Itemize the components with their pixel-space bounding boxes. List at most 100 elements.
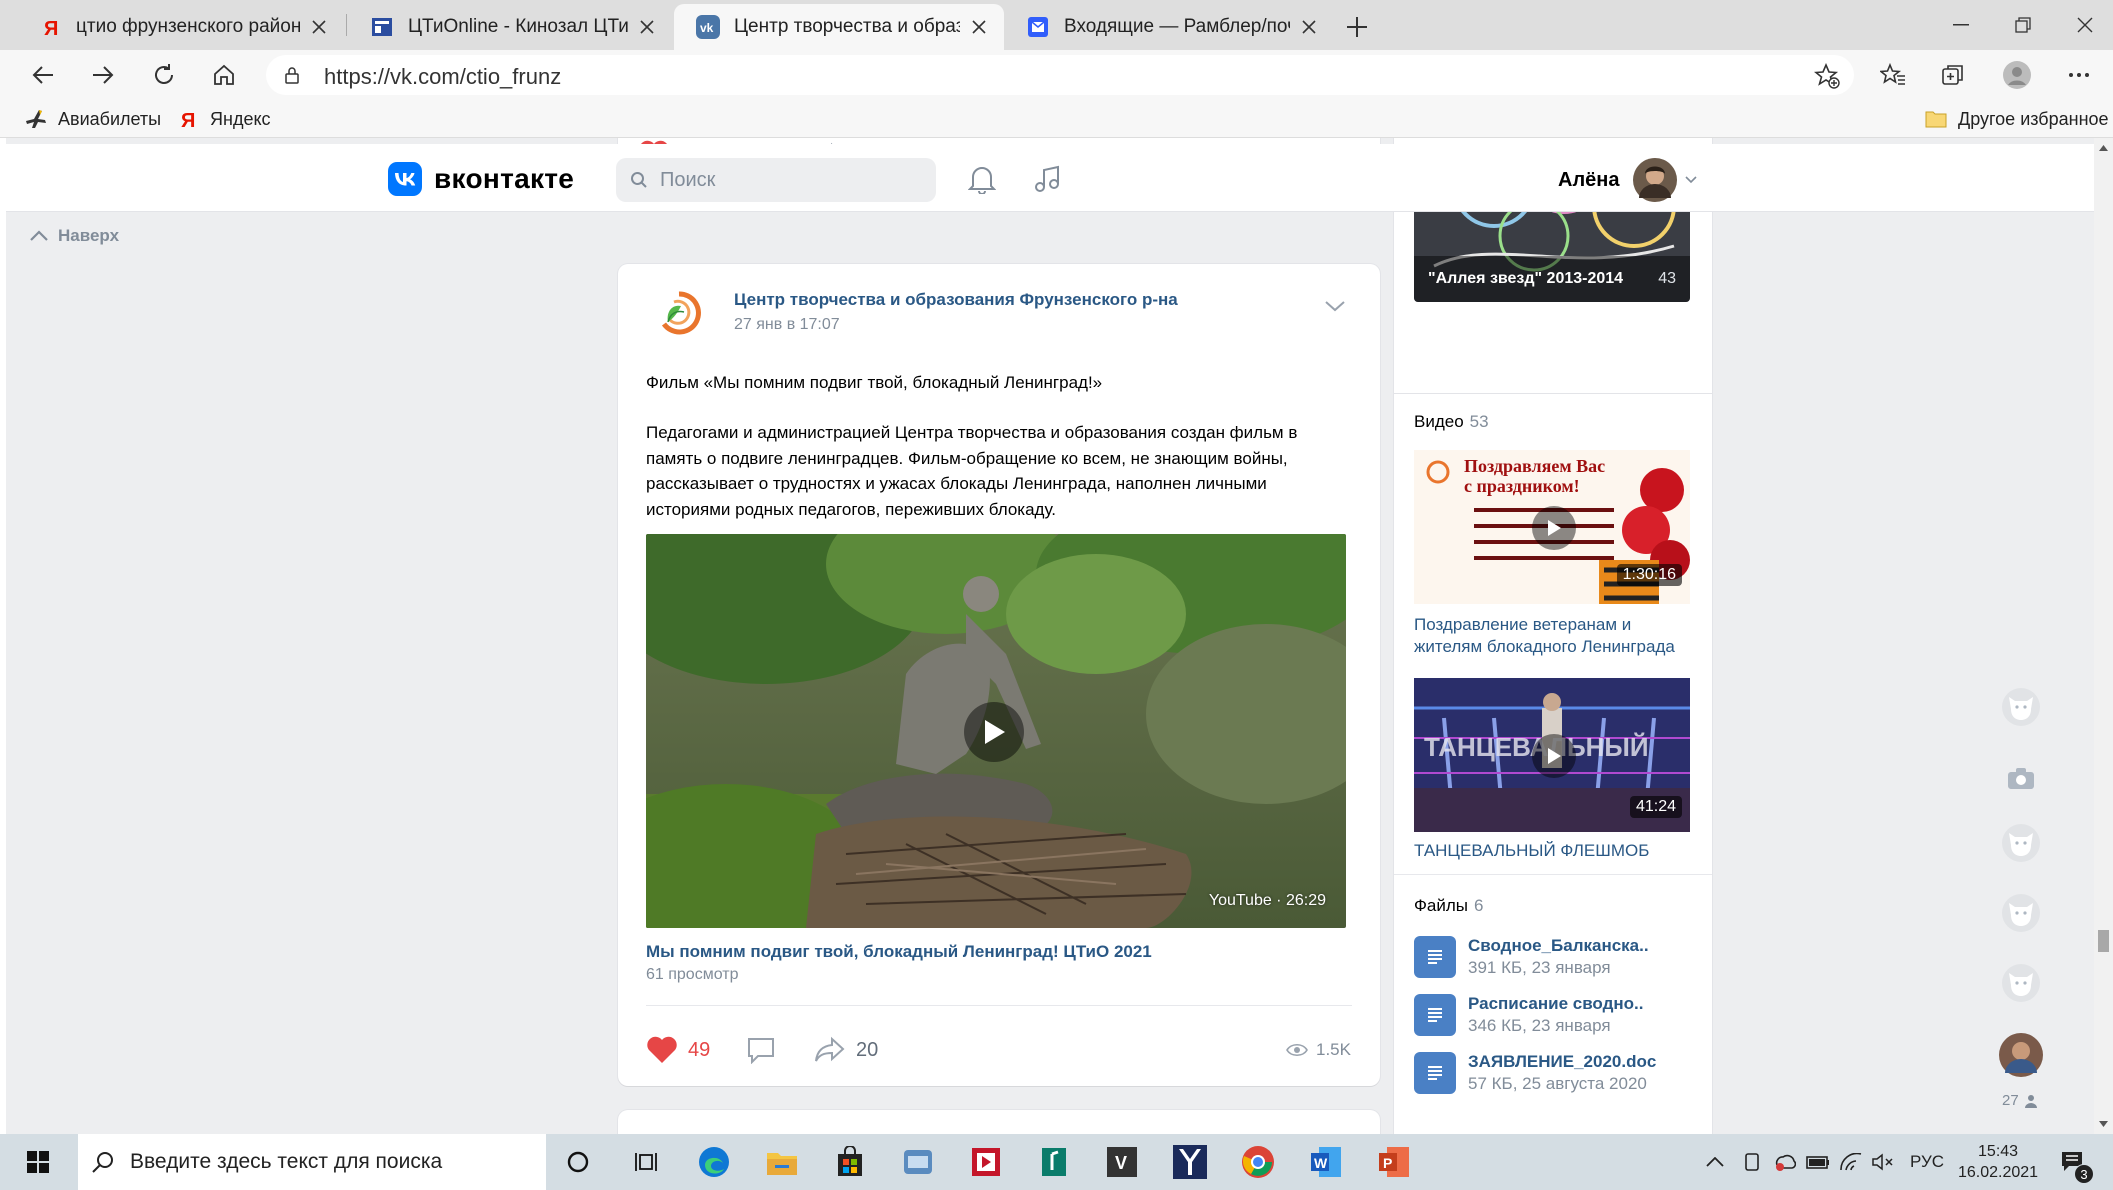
scroll-thumb[interactable] <box>2098 930 2109 952</box>
notification-count: 3 <box>2074 1164 2094 1184</box>
close-tab-icon[interactable] <box>1298 16 1320 38</box>
play-button[interactable] <box>1532 734 1576 778</box>
files-header[interactable]: Файлы 6 <box>1414 896 1483 916</box>
notes-app[interactable] <box>1028 1140 1080 1184</box>
svg-text:vk: vk <box>700 21 714 35</box>
new-tab-button[interactable] <box>1340 10 1374 44</box>
svg-text:W: W <box>1314 1155 1328 1171</box>
v-app[interactable]: V <box>1096 1140 1148 1184</box>
share-button[interactable]: 20 <box>814 1036 878 1064</box>
close-tab-icon[interactable] <box>308 16 330 38</box>
vk-logo[interactable]: вконтакте <box>388 162 574 196</box>
music-icon[interactable] <box>1034 164 1062 194</box>
search-input[interactable] <box>660 158 920 202</box>
tab-rambler-mail[interactable]: Входящие — Рамблер/почта <box>1004 4 1334 50</box>
dog-avatar-icon[interactable] <box>1998 960 2044 1006</box>
chrome-app[interactable] <box>1232 1140 1284 1184</box>
file-item[interactable]: Расписание сводно.. 346 КБ, 23 января <box>1414 994 1644 1036</box>
chevron-up-icon[interactable] <box>1706 1134 1724 1190</box>
dog-avatar-icon[interactable] <box>1998 820 2044 866</box>
file-name[interactable]: Расписание сводно.. <box>1468 994 1644 1014</box>
post-author[interactable]: Центр творчества и образования Фрунзенск… <box>734 290 1178 310</box>
comment-button[interactable] <box>746 1036 776 1064</box>
video-thumbnail-2[interactable]: ТАНЦЕВАЛЬНЫЙ 41:24 <box>1414 678 1690 832</box>
bookmark-yandex[interactable]: Я Яндекс <box>176 106 271 132</box>
cortana-button[interactable] <box>552 1140 604 1184</box>
online-friends-count[interactable]: 27 <box>2002 1092 2038 1109</box>
powerpoint-icon: P <box>1379 1147 1409 1177</box>
address-bar[interactable]: https://vk.com/ctio_frunz <box>266 55 1854 95</box>
mail-app[interactable] <box>892 1140 944 1184</box>
explorer-app[interactable] <box>756 1140 808 1184</box>
back-button[interactable] <box>22 54 64 96</box>
device-icon[interactable] <box>1742 1134 1762 1190</box>
dog-avatar-icon[interactable] <box>1998 684 2044 730</box>
minimize-button[interactable] <box>1930 0 1992 50</box>
file-item[interactable]: ЗАЯВЛЕНИЕ_2020.doc 57 КБ, 25 августа 202… <box>1414 1052 1656 1094</box>
video-title-link[interactable]: Мы помним подвиг твой, блокадный Ленингр… <box>646 942 1152 962</box>
video-title-link-2[interactable]: ТАНЦЕВАЛЬНЫЙ ФЛЕШМОБ <box>1414 840 1649 862</box>
video-player[interactable]: YouTube · 26:29 <box>646 534 1346 928</box>
user-menu[interactable]: Алёна <box>1558 158 1698 202</box>
favorites-button[interactable] <box>1872 54 1914 96</box>
language-indicator[interactable]: РУС <box>1910 1134 1944 1190</box>
scroll-down-icon <box>2099 1121 2108 1127</box>
home-button[interactable] <box>203 54 245 96</box>
messenger-rail: 27 <box>1986 668 2056 1128</box>
volume-muted-icon[interactable] <box>1872 1134 1896 1190</box>
notification-center[interactable]: 3 <box>2060 1134 2094 1190</box>
close-tab-icon[interactable] <box>968 16 990 38</box>
start-button[interactable] <box>12 1140 64 1184</box>
edge-app[interactable] <box>688 1140 740 1184</box>
tab-vk-active[interactable]: vk Центр творчества и образован <box>674 4 1004 50</box>
file-name[interactable]: Сводное_Балканска.. <box>1468 936 1649 956</box>
profile-button[interactable] <box>1996 54 2038 96</box>
chevron-down-icon <box>1685 176 1698 184</box>
media-app[interactable] <box>960 1140 1012 1184</box>
search-box[interactable] <box>616 158 936 202</box>
video-title-link-1[interactable]: Поздравление ветеранам и жителям блокадн… <box>1414 614 1675 658</box>
videos-header[interactable]: Видео 53 <box>1414 412 1489 432</box>
play-button[interactable] <box>1532 506 1576 550</box>
bell-icon[interactable] <box>968 164 996 194</box>
tab-ctio-online[interactable]: ЦТиOnline - Кинозал ЦТиО <box>348 4 672 50</box>
tab-yandex-search[interactable]: Я цтио фрунзенского района оф <box>16 4 344 50</box>
file-item[interactable]: Сводное_Балканска.. 391 КБ, 23 января <box>1414 936 1649 978</box>
forward-button[interactable] <box>82 54 124 96</box>
other-favorites-folder[interactable]: Другое избранное <box>1924 106 2109 132</box>
clock[interactable]: 15:43 16.02.2021 <box>1958 1134 2038 1190</box>
page-scrollbar[interactable] <box>2094 138 2113 1134</box>
restore-button[interactable] <box>1992 0 2054 50</box>
yandex-browser-app[interactable] <box>1164 1140 1216 1184</box>
community-avatar[interactable] <box>654 288 704 338</box>
dog-avatar-icon[interactable] <box>1998 890 2044 936</box>
friend-avatar[interactable] <box>1998 1032 2044 1078</box>
close-window-button[interactable] <box>2054 0 2113 50</box>
app-icon: V <box>1107 1147 1137 1177</box>
task-view-button[interactable] <box>620 1140 672 1184</box>
battery-icon[interactable] <box>1806 1134 1830 1190</box>
scroll-to-top-button[interactable]: Наверх <box>30 226 119 246</box>
bookmark-aviabilety[interactable]: Авиабилеты <box>24 106 161 132</box>
add-favorite-icon[interactable] <box>1814 63 1840 89</box>
camera-icon[interactable] <box>1998 756 2044 802</box>
reload-button[interactable] <box>143 54 185 96</box>
powerpoint-app[interactable]: P <box>1368 1140 1420 1184</box>
word-app[interactable]: W <box>1300 1140 1352 1184</box>
like-button[interactable]: 49 <box>646 1036 710 1064</box>
settings-menu-button[interactable] <box>2058 54 2100 96</box>
files-label: Файлы <box>1414 896 1469 915</box>
store-app[interactable] <box>824 1140 876 1184</box>
chevron-down-icon[interactable] <box>1324 300 1346 312</box>
lock-icon[interactable] <box>282 65 302 85</box>
video-thumbnail-1[interactable]: Поздравляем Вас с праздником! 1:30:16 <box>1414 450 1690 604</box>
wifi-icon[interactable] <box>1840 1134 1862 1190</box>
close-tab-icon[interactable] <box>636 16 658 38</box>
file-name[interactable]: ЗАЯВЛЕНИЕ_2020.doc <box>1468 1052 1656 1072</box>
post-date[interactable]: 27 янв в 17:07 <box>734 316 840 334</box>
taskbar-search-input[interactable] <box>130 1150 530 1174</box>
play-button[interactable] <box>964 702 1024 762</box>
taskbar-search[interactable] <box>78 1134 546 1190</box>
sync-icon[interactable] <box>1774 1134 1796 1190</box>
collections-button[interactable] <box>1932 54 1974 96</box>
